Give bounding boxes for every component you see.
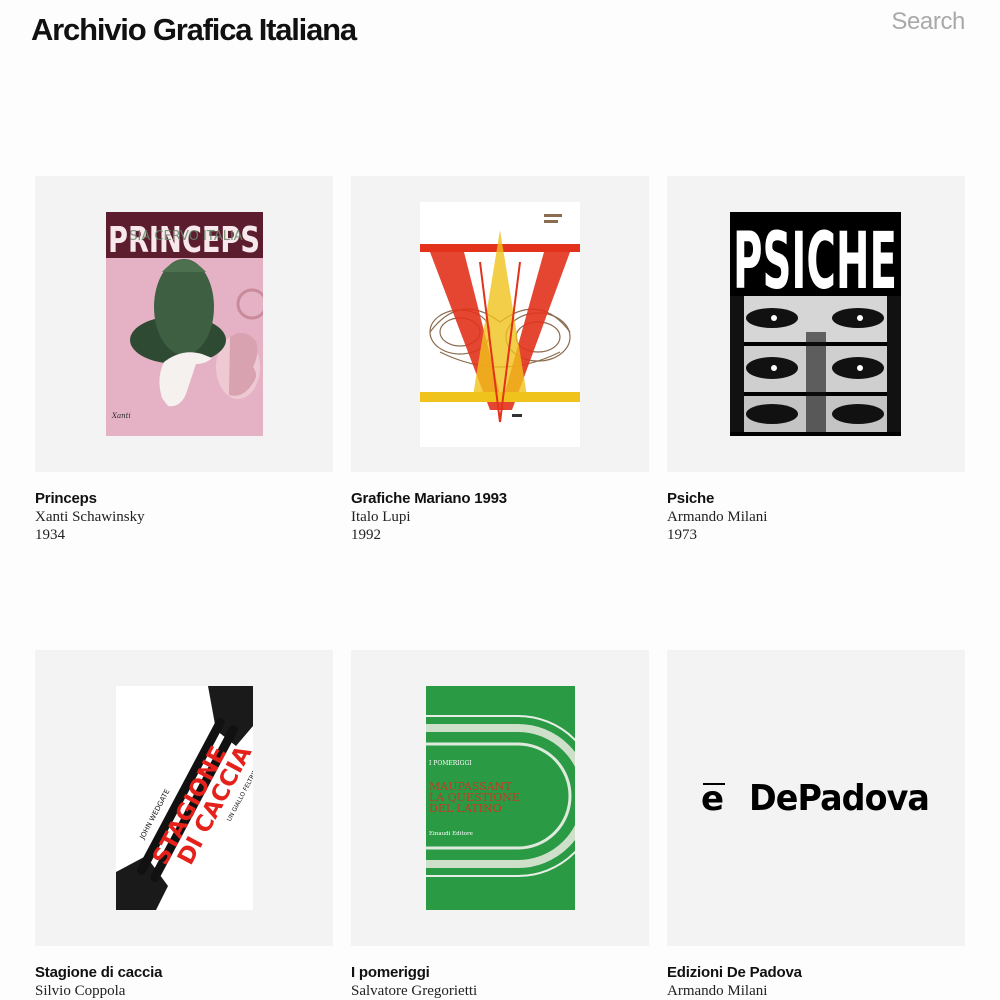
- poster-stagione-di-caccia: STAGIONE DI CACCIA JOHN WEDGATE UN GIALL…: [116, 686, 253, 910]
- archive-card-edizioni-de-padova[interactable]: e DePadova Edizioni De Padova Armando Mi…: [667, 650, 965, 1000]
- card-title[interactable]: Edizioni De Padova: [667, 963, 965, 982]
- card-thumbnail[interactable]: PSICHE: [667, 176, 965, 472]
- card-title[interactable]: Princeps: [35, 489, 333, 508]
- site-title[interactable]: Archivio Grafica Italiana: [31, 12, 357, 48]
- card-title[interactable]: Grafiche Mariano 1993: [351, 489, 649, 508]
- poster-de-padova-logo: e DePadova: [697, 768, 937, 828]
- card-thumbnail[interactable]: PRINCEPS SIA CERVO ITALIA Xanti: [35, 176, 333, 472]
- card-title[interactable]: Psiche: [667, 489, 965, 508]
- card-year: 1992: [351, 527, 381, 543]
- card-designer: Salvatore Gregorietti: [351, 983, 478, 999]
- search-link[interactable]: Search: [891, 8, 965, 36]
- archive-card-grafiche-mariano[interactable]: Grafiche Mariano 1993 Italo Lupi 1992: [351, 176, 649, 544]
- card-thumbnail[interactable]: STAGIONE DI CACCIA JOHN WEDGATE UN GIALL…: [35, 650, 333, 946]
- card-year: 1934: [35, 527, 65, 543]
- poster-subline: SIA CERVO ITALIA: [129, 229, 242, 244]
- card-title[interactable]: I pomeriggi: [351, 963, 649, 982]
- poster-i-pomeriggi: I POMERIGGI MAUPASSANT LA QUESTIONE DEL …: [426, 686, 575, 910]
- card-thumbnail[interactable]: e DePadova: [667, 650, 965, 946]
- card-designer: Xanti Schawinsky: [35, 509, 145, 525]
- poster-series: I POMERIGGI: [429, 760, 472, 767]
- card-designer: Armando Milani: [667, 983, 768, 999]
- poster-headline-3: DEL LATINO: [429, 802, 502, 815]
- site-header: Archivio Grafica Italiana Search: [0, 0, 1000, 60]
- logo-wordmark: DePadova: [749, 778, 929, 819]
- card-thumbnail[interactable]: [351, 176, 649, 472]
- card-title[interactable]: Stagione di caccia: [35, 963, 333, 982]
- archive-card-psiche[interactable]: PSICHE Psiche Armando Milani 1973: [667, 176, 965, 544]
- poster-signature: Xanti: [111, 412, 131, 420]
- poster-princeps: PRINCEPS SIA CERVO ITALIA Xanti: [106, 212, 263, 436]
- card-designer: Italo Lupi: [351, 509, 411, 525]
- poster-publisher: Einaudi Editore: [429, 831, 473, 837]
- poster-grafiche-mariano: [420, 202, 580, 447]
- card-year: 1973: [667, 527, 697, 543]
- poster-psiche: PSICHE: [730, 212, 901, 436]
- archive-card-stagione-di-caccia[interactable]: STAGIONE DI CACCIA JOHN WEDGATE UN GIALL…: [35, 650, 333, 1000]
- logo-mark: e: [701, 779, 724, 819]
- archive-card-princeps[interactable]: PRINCEPS SIA CERVO ITALIA Xanti Princeps…: [35, 176, 333, 544]
- card-designer: Armando Milani: [667, 509, 768, 525]
- archive-card-i-pomeriggi[interactable]: I POMERIGGI MAUPASSANT LA QUESTIONE DEL …: [351, 650, 649, 1000]
- card-thumbnail[interactable]: I POMERIGGI MAUPASSANT LA QUESTIONE DEL …: [351, 650, 649, 946]
- poster-headline: PSICHE: [733, 217, 897, 307]
- card-designer: Silvio Coppola: [35, 983, 126, 999]
